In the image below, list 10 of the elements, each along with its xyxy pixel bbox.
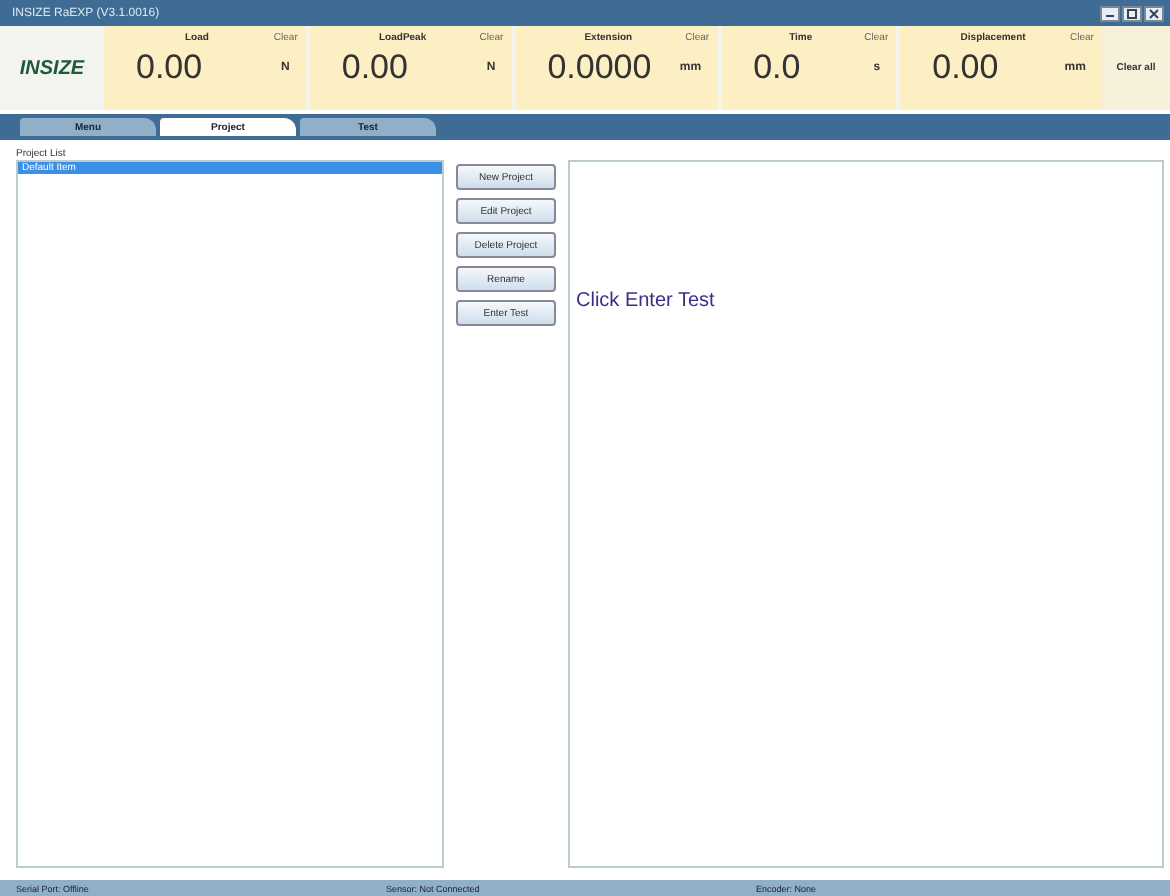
minimize-icon[interactable]	[1100, 5, 1120, 21]
logo: INSIZE	[17, 55, 87, 83]
message-text: Click Enter Test	[576, 290, 715, 312]
maximize-icon[interactable]	[1122, 5, 1142, 21]
readout-value: 0.00	[932, 48, 999, 88]
readout-value: 0.00	[341, 48, 408, 88]
readout-value: 0.00	[136, 48, 203, 88]
readout-value: 0.0	[753, 48, 801, 88]
close-icon[interactable]	[1144, 5, 1164, 21]
readout-value: 0.0000	[547, 48, 652, 88]
